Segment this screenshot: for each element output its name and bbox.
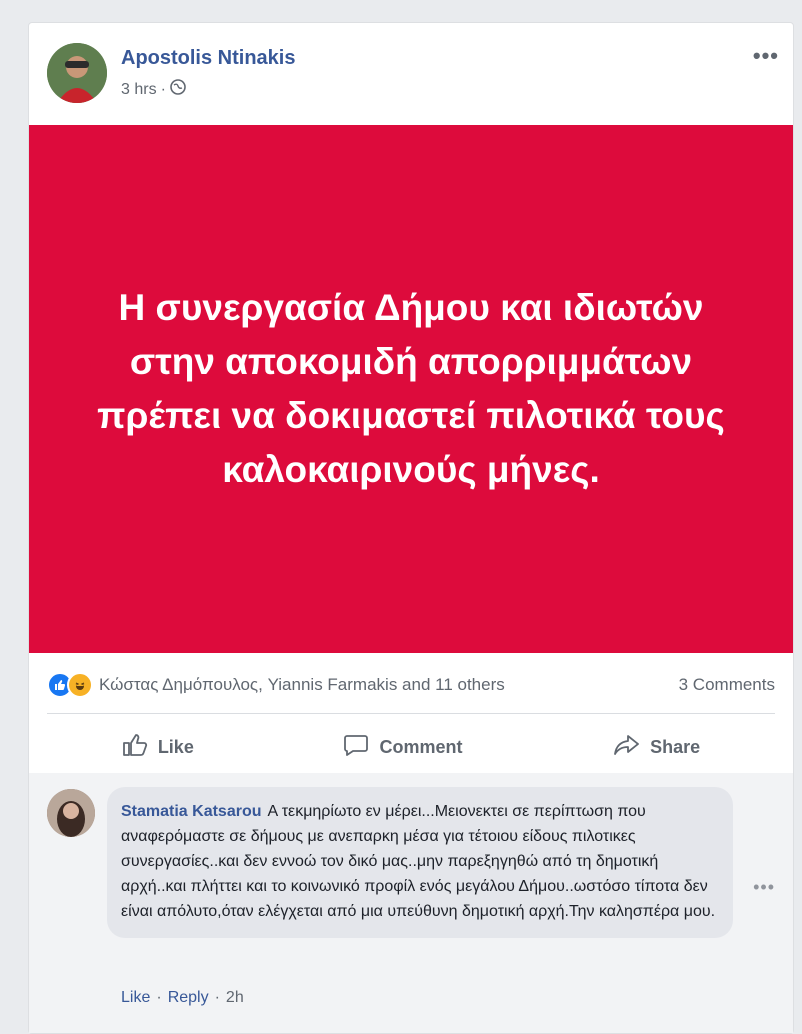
commenter-avatar[interactable] xyxy=(47,789,95,837)
post-options-button[interactable]: ••• xyxy=(753,43,779,69)
comment-reply-link[interactable]: Reply xyxy=(168,989,209,1007)
reaction-icons[interactable] xyxy=(47,672,93,698)
comment-text: Α τεκμηρίωτο εν μέρει...Μειονεκτει σε πε… xyxy=(121,803,716,920)
divider xyxy=(47,713,775,714)
share-label: Share xyxy=(650,736,701,757)
comment-label: Comment xyxy=(379,736,463,757)
like-button[interactable]: Like xyxy=(122,733,194,762)
post-meta: 3 hrs · xyxy=(121,79,186,100)
comments-count[interactable]: 3 Comments xyxy=(679,675,775,695)
comment-options-button[interactable]: ••• xyxy=(753,877,775,898)
meta-separator: · xyxy=(160,80,166,98)
share-arrow-icon xyxy=(612,733,640,762)
like-label: Like xyxy=(157,736,194,757)
post-banner: Η συνεργασία Δήμου και ιδιωτών στην αποκ… xyxy=(29,125,793,653)
comment-actions: Like · Reply · 2h xyxy=(121,989,244,1007)
comment-time[interactable]: 2h xyxy=(226,989,244,1007)
comment-separator: · xyxy=(156,989,162,1006)
haha-icon xyxy=(67,672,93,698)
commenter-name[interactable]: Stamatia Katsarou xyxy=(121,803,262,820)
thumbs-up-icon xyxy=(122,733,148,762)
comment-icon xyxy=(343,733,369,762)
comment-button[interactable]: Comment xyxy=(343,733,463,762)
globe-icon[interactable] xyxy=(170,79,186,100)
share-button[interactable]: Share xyxy=(612,733,700,762)
reactions-summary[interactable]: Κώστας Δημόπουλος, Yiannis Farmakis and … xyxy=(99,675,505,695)
banner-text: Η συνεργασία Δήμου και ιδιωτών στην αποκ… xyxy=(97,287,725,490)
post-time[interactable]: 3 hrs xyxy=(121,81,157,99)
author-avatar[interactable] xyxy=(47,43,107,103)
comment-bubble: Stamatia Katsarou Α τεκμηρίωτο εν μέρει..… xyxy=(107,787,733,938)
post-card: Apostolis Ntinakis 3 hrs · ••• Η συνεργα… xyxy=(28,22,794,1034)
action-bar: Like Comment Share xyxy=(47,723,775,771)
author-name[interactable]: Apostolis Ntinakis xyxy=(121,47,295,70)
comment-like-link[interactable]: Like xyxy=(121,989,150,1007)
reactions-row: Κώστας Δημόπουλος, Yiannis Farmakis and … xyxy=(47,671,775,699)
comments-section: Stamatia Katsarou Α τεκμηρίωτο εν μέρει..… xyxy=(29,773,793,1033)
comment-separator: · xyxy=(214,989,220,1006)
